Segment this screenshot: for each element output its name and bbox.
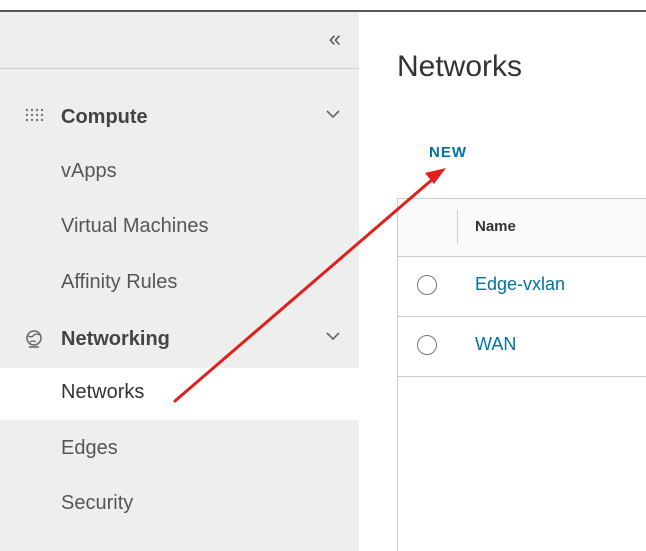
top-bar bbox=[0, 0, 646, 12]
collapse-sidebar-icon[interactable]: « bbox=[329, 26, 341, 52]
sidebar-item-label: Security bbox=[61, 492, 134, 514]
network-name-link[interactable]: Edge-vxlan bbox=[475, 274, 565, 295]
sidebar-group-label: Networking bbox=[61, 328, 170, 350]
sidebar-item-vapps[interactable]: vApps bbox=[0, 147, 359, 199]
column-separator[interactable] bbox=[457, 210, 458, 244]
grid-header: Name bbox=[398, 199, 646, 257]
sidebar-item-label: Edges bbox=[61, 437, 118, 459]
page-title: Networks bbox=[397, 50, 523, 83]
chevron-down-icon[interactable] bbox=[325, 328, 341, 344]
sidebar: « Compute vApps Virtual Machines Affinit… bbox=[0, 12, 359, 551]
sidebar-group-compute[interactable]: Compute bbox=[0, 92, 359, 142]
network-globe-icon bbox=[26, 330, 42, 348]
network-name-link[interactable]: WAN bbox=[475, 334, 516, 355]
table-row: WAN bbox=[398, 317, 646, 377]
sidebar-group-networking[interactable]: Networking bbox=[0, 314, 359, 364]
table-row: Edge-vxlan bbox=[398, 257, 646, 317]
sidebar-item-label: Affinity Rules bbox=[61, 271, 178, 293]
sidebar-item-label: Networks bbox=[61, 381, 145, 403]
sidebar-collapse-bar: « bbox=[0, 12, 359, 69]
row-select-radio[interactable] bbox=[417, 275, 437, 295]
sidebar-item-security[interactable]: Security bbox=[0, 479, 359, 531]
grid-dots-icon bbox=[25, 108, 44, 122]
chevron-down-icon[interactable] bbox=[325, 106, 341, 122]
sidebar-item-edges[interactable]: Edges bbox=[0, 424, 359, 476]
sidebar-item-label: vApps bbox=[61, 160, 117, 182]
sidebar-item-affinity-rules[interactable]: Affinity Rules bbox=[0, 258, 359, 310]
new-button[interactable]: NEW bbox=[429, 144, 467, 161]
sidebar-item-virtual-machines[interactable]: Virtual Machines bbox=[0, 202, 359, 254]
row-select-radio[interactable] bbox=[417, 335, 437, 355]
sidebar-item-networks[interactable]: Networks bbox=[0, 368, 359, 420]
networks-datagrid: Name Edge-vxlan WAN bbox=[397, 198, 646, 551]
sidebar-item-label: Virtual Machines bbox=[61, 215, 209, 237]
main-content: Networks NEW Name Edge-vxlan WAN bbox=[359, 12, 646, 551]
column-header-name[interactable]: Name bbox=[475, 218, 516, 235]
sidebar-group-label: Compute bbox=[61, 106, 148, 128]
